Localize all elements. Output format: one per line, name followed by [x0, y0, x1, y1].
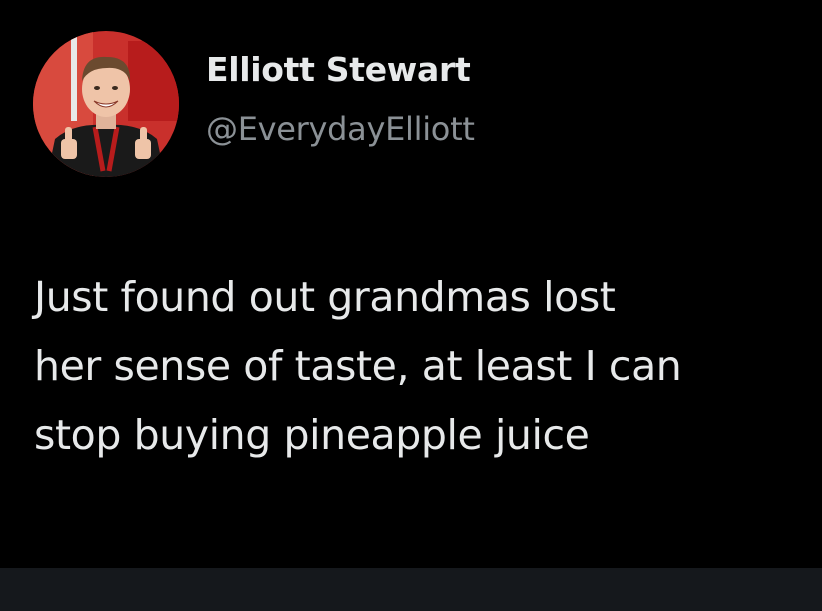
avatar-photo-icon	[33, 31, 179, 177]
tweet-text-line: Just found out grandmas lost	[34, 273, 616, 321]
tweet-text-line: stop buying pineapple juice	[34, 411, 590, 459]
author-handle[interactable]: @EverydayElliott	[206, 110, 475, 148]
author-display-name[interactable]: Elliott Stewart	[206, 50, 471, 89]
tweet-text-line: her sense of taste, at least I can	[34, 342, 682, 390]
profile-avatar[interactable]	[33, 31, 179, 177]
tweet-card: Elliott Stewart @EverydayElliott Just fo…	[0, 0, 822, 568]
bottom-bar	[0, 568, 822, 611]
tweet-text: Just found out grandmas lost her sense o…	[34, 263, 814, 470]
